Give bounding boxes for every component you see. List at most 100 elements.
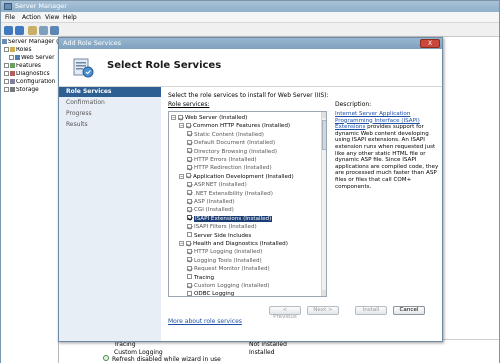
cancel-button[interactable]: Cancel: [393, 306, 425, 315]
checked-checkbox[interactable]: [187, 215, 192, 221]
dialog-header: Select Role Services: [59, 49, 442, 87]
diagnostics-icon: [10, 71, 15, 76]
checked-checkbox[interactable]: [187, 257, 192, 263]
checked-checkbox[interactable]: [187, 265, 192, 271]
tree-item-roles[interactable]: Roles: [4, 47, 32, 55]
more-about-role-services-link[interactable]: More about role services: [168, 318, 242, 325]
add-role-services-dialog: Add Role Services X Select Role Services…: [58, 37, 443, 342]
step-role-services[interactable]: Role Services: [59, 87, 161, 97]
tree-item[interactable]: Server Manager (W: [2, 39, 64, 47]
checked-checkbox[interactable]: [187, 131, 192, 137]
scroll-thumb[interactable]: [322, 120, 326, 150]
checked-checkbox[interactable]: [187, 139, 192, 145]
instructions-text: Select the role services to install for …: [168, 92, 329, 99]
role-service-item[interactable]: ISAPI Extensions (Installed): [187, 215, 273, 223]
role-service-item[interactable]: Custom Logging (Installed): [187, 282, 269, 290]
collapse-icon[interactable]: −: [179, 241, 184, 246]
tree-item-features[interactable]: Features: [4, 63, 41, 71]
menu-view[interactable]: View: [45, 14, 59, 21]
server-manager-titlebar: Server Manager: [1, 1, 499, 12]
role-service-label: ODBC Logging: [194, 291, 235, 297]
unchecked-checkbox[interactable]: [187, 232, 192, 238]
role-service-item[interactable]: ASP.NET (Installed): [187, 181, 247, 189]
scroll-up-icon[interactable]: [322, 112, 326, 118]
role-service-item[interactable]: HTTP Errors (Installed): [187, 156, 257, 164]
expand-icon[interactable]: [4, 79, 9, 84]
checked-checkbox[interactable]: [187, 190, 192, 196]
role-services-scrollbar[interactable]: [321, 112, 326, 296]
role-service-category[interactable]: − Health and Diagnostics (Installed): [179, 240, 288, 248]
role-service-category[interactable]: − Application Development (Installed): [179, 173, 294, 181]
checked-checkbox[interactable]: [187, 198, 192, 204]
role-service-item[interactable]: Server Side Includes: [187, 232, 251, 240]
close-button[interactable]: X: [420, 39, 440, 48]
role-services-label: Role services:: [168, 101, 210, 108]
tree-item-diagnostics[interactable]: Diagnostics: [4, 71, 50, 79]
dialog-title: Add Role Services: [63, 39, 122, 47]
tree-item-configuration[interactable]: Configuration: [4, 79, 55, 87]
role-service-item[interactable]: Tracing: [187, 274, 214, 282]
role-service-item[interactable]: Default Document (Installed): [187, 139, 275, 147]
role-service-item[interactable]: HTTP Redirection (Installed): [187, 164, 272, 172]
role-service-item[interactable]: CGI (Installed): [187, 206, 234, 214]
checked-checkbox[interactable]: [187, 206, 192, 212]
checked-checkbox[interactable]: [187, 156, 192, 162]
role-service-item[interactable]: HTTP Logging (Installed): [187, 248, 262, 256]
step-progress[interactable]: Progress: [59, 109, 161, 119]
menu-file[interactable]: File: [5, 14, 15, 21]
next-button[interactable]: Next >: [307, 306, 339, 315]
checked-checkbox[interactable]: [187, 181, 192, 187]
role-service-item[interactable]: ASP (Installed): [187, 198, 235, 206]
background-row-status: Installed: [249, 349, 275, 356]
unchecked-checkbox[interactable]: [187, 274, 192, 280]
role-service-category[interactable]: − Web Server (Installed): [171, 114, 247, 122]
collapse-icon[interactable]: −: [179, 123, 184, 129]
step-results[interactable]: Results: [59, 120, 161, 130]
expand-icon[interactable]: [4, 87, 9, 92]
help-icon[interactable]: [50, 26, 59, 35]
collapse-icon[interactable]: −: [179, 173, 184, 179]
unchecked-checkbox[interactable]: [187, 290, 192, 296]
checked-checkbox[interactable]: [186, 173, 191, 179]
role-service-item[interactable]: .NET Extensibility (Installed): [187, 190, 273, 198]
install-button[interactable]: Install: [355, 306, 387, 315]
role-service-item[interactable]: Logging Tools (Installed): [187, 257, 262, 265]
checked-checkbox[interactable]: [187, 282, 192, 288]
role-service-item[interactable]: Static Content (Installed): [187, 131, 264, 139]
checked-checkbox[interactable]: [187, 164, 192, 170]
tree-item-storage[interactable]: Storage: [4, 87, 39, 95]
role-service-item[interactable]: Request Monitor (Installed): [187, 265, 270, 273]
checked-checkbox[interactable]: [187, 148, 192, 154]
role-service-label: Server Side Includes: [194, 232, 252, 239]
back-arrow-icon[interactable]: [4, 26, 13, 35]
menu-help[interactable]: Help: [63, 14, 77, 21]
expand-icon[interactable]: [9, 55, 14, 60]
role-service-item[interactable]: ISAPI Filters (Installed): [187, 223, 257, 231]
scroll-down-icon[interactable]: [322, 290, 326, 296]
expand-icon[interactable]: [4, 71, 9, 76]
wizard-steps: Role Services Confirmation Progress Resu…: [59, 87, 161, 341]
step-confirmation[interactable]: Confirmation: [59, 98, 161, 108]
forward-arrow-icon[interactable]: [15, 26, 24, 35]
previous-button[interactable]: < Previous: [269, 306, 301, 320]
collapse-icon[interactable]: [4, 47, 9, 52]
collapse-icon[interactable]: −: [171, 115, 176, 120]
menu-action[interactable]: Action: [22, 14, 41, 21]
server-icon: [2, 39, 7, 44]
expand-icon[interactable]: [4, 63, 9, 68]
checked-checkbox[interactable]: [186, 122, 191, 128]
background-row-name: Custom Logging: [114, 349, 163, 356]
role-service-item[interactable]: Directory Browsing (Installed): [187, 148, 277, 156]
tree-item-web-server[interactable]: Web Server: [9, 55, 55, 63]
checked-checkbox[interactable]: [187, 223, 192, 229]
checked-checkbox[interactable]: [178, 114, 183, 120]
properties-icon[interactable]: [39, 26, 48, 35]
checked-checkbox[interactable]: [186, 240, 191, 246]
folder-icon[interactable]: [28, 26, 37, 35]
role-service-category[interactable]: − Common HTTP Features (Installed): [179, 122, 290, 130]
role-services-list[interactable]: − Web Server (Installed) − Common HTTP Feat…: [168, 111, 327, 297]
role-service-label: ISAPI Extensions (Installed): [194, 215, 273, 222]
role-service-item[interactable]: ODBC Logging: [187, 290, 235, 297]
checked-checkbox[interactable]: [187, 248, 192, 254]
role-service-label: Logging Tools (Installed): [194, 257, 262, 264]
